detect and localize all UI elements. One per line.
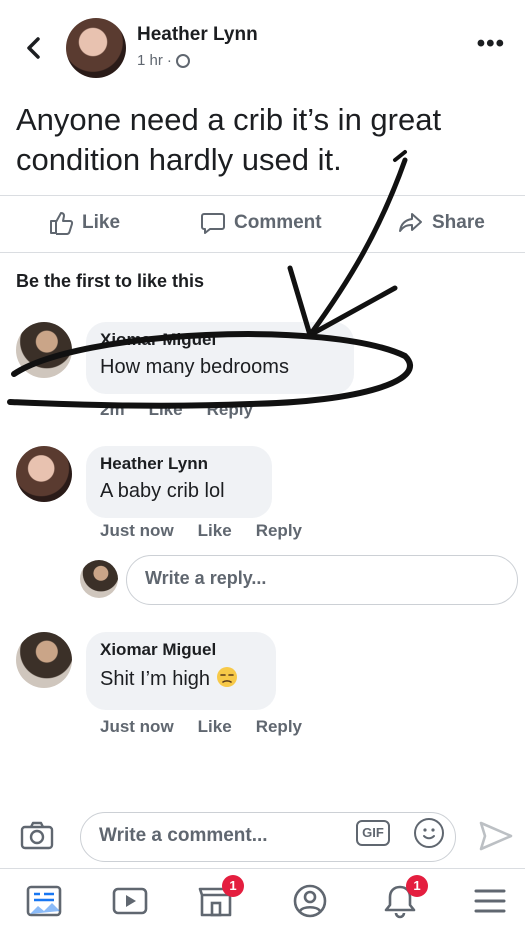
send-icon[interactable] xyxy=(478,820,514,852)
author-avatar[interactable] xyxy=(66,18,126,78)
thumbs-up-icon xyxy=(50,212,74,235)
commenter-avatar[interactable] xyxy=(16,446,72,502)
comment-bubble: Xiomar Miguel How many bedrooms xyxy=(86,322,354,394)
like-label: Like xyxy=(82,212,121,233)
comment-like-link[interactable]: Like xyxy=(149,400,183,420)
tab-menu[interactable] xyxy=(470,881,514,925)
comment-footer: Just now Like Reply xyxy=(100,717,302,737)
profile-icon xyxy=(293,884,327,918)
comment-label: Comment xyxy=(234,212,322,233)
comment-text: A baby crib lol xyxy=(100,480,225,502)
tab-marketplace[interactable]: 1 xyxy=(196,875,244,925)
comment-like-link[interactable]: Like xyxy=(198,521,232,541)
unamused-emoji-icon xyxy=(216,667,237,687)
more-options-icon[interactable]: ••• xyxy=(477,30,505,58)
reply-input[interactable]: Write a reply... xyxy=(126,555,518,605)
marketplace-badge: 1 xyxy=(222,875,244,897)
emoji-picker-icon[interactable] xyxy=(414,818,444,848)
meta-separator: · xyxy=(166,52,172,69)
comment-time: 2m xyxy=(100,400,125,419)
back-arrow-icon[interactable] xyxy=(22,33,46,63)
menu-icon xyxy=(474,889,506,913)
smiley-icon xyxy=(423,828,435,840)
reply-user-avatar xyxy=(80,560,118,598)
commenter-name[interactable]: Xiomar Miguel xyxy=(100,330,340,350)
share-label: Share xyxy=(432,212,485,233)
comment-bubble: Heather Lynn A baby crib lol xyxy=(86,446,272,518)
post-text: Anyone need a crib it’s in great conditi… xyxy=(16,102,442,177)
comment-time: Just now xyxy=(100,521,174,540)
tab-notifications[interactable]: 1 xyxy=(380,875,428,925)
comment-button[interactable]: Comment xyxy=(200,210,322,236)
public-globe-icon xyxy=(175,53,190,68)
likes-summary: Be the first to like this xyxy=(16,271,205,291)
commenter-avatar[interactable] xyxy=(16,632,72,688)
post-time[interactable]: 1 hr xyxy=(137,52,163,69)
author-name[interactable]: Heather Lynn xyxy=(137,24,258,46)
commenter-name[interactable]: Heather Lynn xyxy=(100,454,258,474)
commenter-avatar[interactable] xyxy=(16,322,72,378)
comment-bubble: Xiomar Miguel Shit I’m high xyxy=(86,632,276,710)
gif-button[interactable]: GIF xyxy=(356,820,390,846)
tab-news-feed[interactable] xyxy=(24,881,68,925)
comment-text-content: Shit I’m high xyxy=(100,668,211,690)
commenter-name[interactable]: Xiomar Miguel xyxy=(100,640,262,660)
like-button[interactable]: Like xyxy=(48,210,120,236)
news-feed-icon xyxy=(26,885,62,917)
tab-profile[interactable] xyxy=(290,881,334,925)
comment-reply-link[interactable]: Reply xyxy=(256,717,302,737)
watch-icon xyxy=(112,887,148,915)
camera-icon[interactable] xyxy=(20,820,54,850)
comment-text: How many bedrooms xyxy=(100,356,289,378)
tab-watch[interactable] xyxy=(110,881,154,925)
bottom-tab-bar: 1 1 xyxy=(0,868,525,934)
comment-time: Just now xyxy=(100,717,174,736)
post-header: Heather Lynn 1 hr · ••• xyxy=(0,0,525,90)
comment-input[interactable]: Write a comment... xyxy=(80,812,456,862)
comment-composer: Write a comment... GIF xyxy=(0,808,525,868)
post-meta: 1 hr · xyxy=(137,52,190,69)
comment-bubble-icon xyxy=(201,213,225,234)
share-button[interactable]: Share xyxy=(398,210,485,236)
notifications-badge: 1 xyxy=(406,875,428,897)
comment-footer: 2m Like Reply xyxy=(100,400,253,420)
post-actions: Like Comment Share xyxy=(0,195,525,253)
comment-footer: Just now Like Reply xyxy=(100,521,302,541)
comment-like-link[interactable]: Like xyxy=(198,717,232,737)
comment-text: Shit I’m high xyxy=(100,666,262,691)
share-arrow-icon xyxy=(399,213,422,232)
comment-reply-link[interactable]: Reply xyxy=(256,521,302,541)
comment-reply-link[interactable]: Reply xyxy=(207,400,253,420)
